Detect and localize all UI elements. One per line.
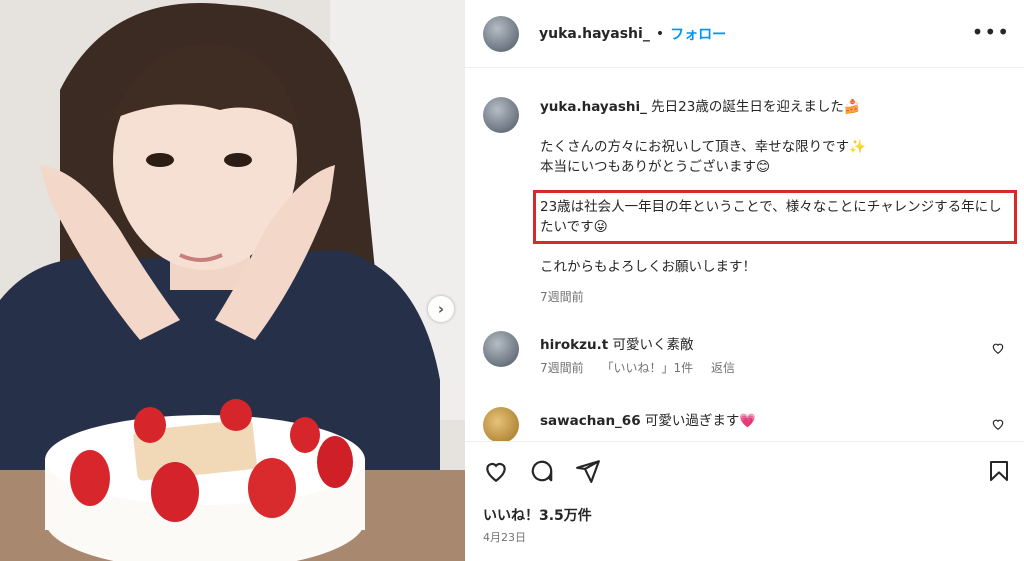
follow-button[interactable]: フォロー	[670, 24, 726, 44]
caption-line-4: これからもよろしくお願いします！	[540, 259, 756, 275]
photo-illustration	[0, 0, 465, 561]
comment-icon[interactable]	[529, 458, 555, 484]
commenter-avatar[interactable]	[483, 407, 519, 441]
author-username[interactable]: yuka.hayashi_	[539, 26, 650, 42]
caption-line-1-text: 先日23歳の誕生日を迎えました🍰	[651, 99, 861, 115]
comment-body: 可愛いく素敵	[612, 337, 694, 353]
commenter-avatar[interactable]	[483, 331, 519, 367]
caption-line-1: yuka.hayashi_ 先日23歳の誕生日を迎えました🍰	[540, 97, 1010, 117]
share-icon[interactable]	[575, 458, 601, 484]
header-separator: •	[655, 25, 665, 42]
caption-time[interactable]: 7週間前	[540, 287, 1010, 307]
more-horizontal-icon[interactable]: •••	[972, 22, 1010, 42]
post-actions: いいね！3.5万件 4月23日	[465, 441, 1024, 561]
caption-line-2: たくさんの方々にお祝いして頂き、幸せな限りです✨ 本当にいつもありがとうございま…	[540, 139, 866, 175]
comments-section[interactable]: yuka.hayashi_ 先日23歳の誕生日を迎えました🍰 たくさんの方々にお…	[465, 69, 1024, 441]
post-header: yuka.hayashi_ • フォロー •••	[465, 0, 1024, 68]
carousel-next-button[interactable]: ›	[428, 296, 454, 322]
post-detail-panel: yuka.hayashi_ • フォロー ••• yuka.hayashi_ 先…	[465, 0, 1024, 561]
comment-reply-button[interactable]: 返信	[711, 361, 735, 375]
heart-icon[interactable]	[483, 458, 509, 484]
caption-username[interactable]: yuka.hayashi_	[540, 99, 647, 115]
author-avatar[interactable]	[483, 15, 519, 52]
caption-highlighted-line: 23歳は社会人一年目の年ということで、様々なことにチャレンジする年にしたいです😜	[533, 190, 1017, 244]
caption-text: yuka.hayashi_ 先日23歳の誕生日を迎えました🍰 たくさんの方々にお…	[533, 97, 1017, 307]
comment-body: 可愛い過ぎます💗	[644, 413, 757, 429]
comment-text: sawachan_66 可愛い過ぎます💗	[540, 409, 756, 429]
bookmark-icon[interactable]	[987, 458, 1011, 484]
comment-time[interactable]: 7週間前	[540, 361, 584, 375]
comment-meta: 7週間前 「いいね！」1件 返信	[540, 359, 749, 376]
caption-avatar[interactable]	[483, 97, 519, 133]
comment-text: hirokzu.t 可愛いく素敵	[540, 333, 694, 353]
post-date[interactable]: 4月23日	[483, 529, 526, 545]
comment-likes[interactable]: 「いいね！」1件	[601, 361, 693, 375]
post-photo[interactable]: ›	[0, 0, 465, 561]
comment-username[interactable]: hirokzu.t	[540, 337, 608, 353]
like-comment-heart-icon[interactable]	[991, 417, 1005, 431]
likes-count[interactable]: いいね！3.5万件	[483, 505, 592, 525]
comment-username[interactable]: sawachan_66	[540, 413, 641, 429]
like-comment-heart-icon[interactable]	[991, 341, 1005, 355]
